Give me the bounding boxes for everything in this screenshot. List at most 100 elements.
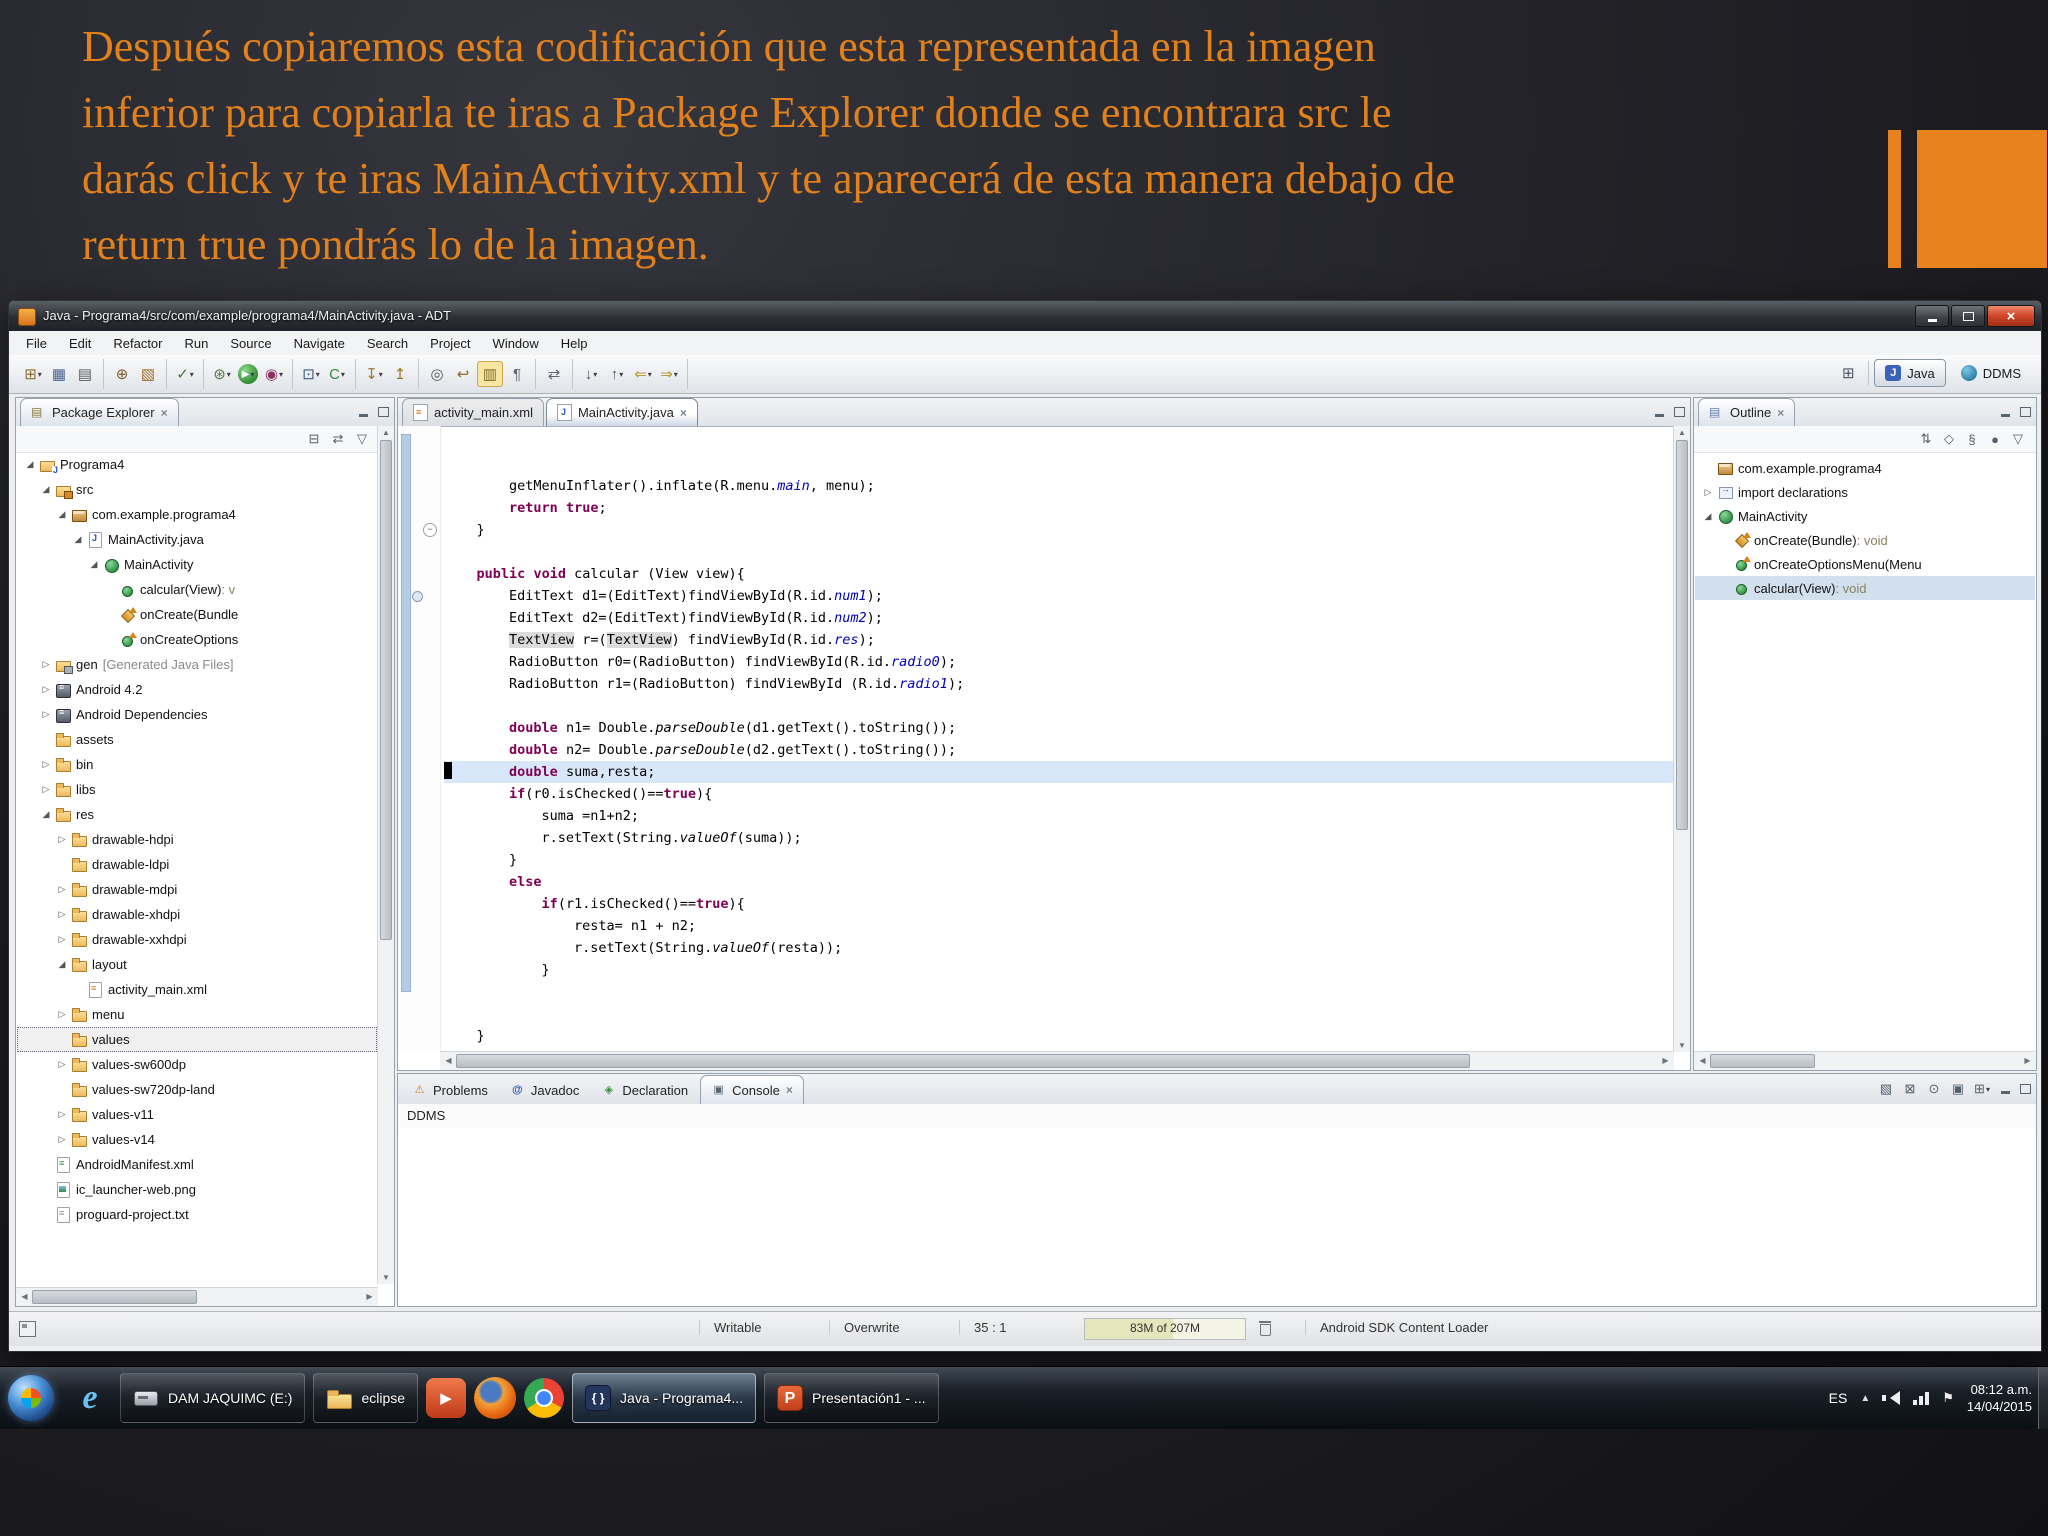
clock[interactable]: 08:12 a.m. 14/04/2015 — [1967, 1381, 2032, 1415]
hide-fields-icon[interactable]: ◇ — [1939, 429, 1959, 449]
close-tab-icon[interactable] — [680, 406, 687, 420]
new-package-button[interactable]: ▧ — [136, 362, 160, 386]
outline-item[interactable]: onCreateOptionsMenu(Menu — [1695, 552, 2035, 576]
show-desktop-button[interactable] — [2038, 1367, 2048, 1429]
tree-item[interactable]: ▷ bin — [17, 752, 377, 777]
java-programa4-window-button[interactable]: Java - Programa4... — [572, 1373, 756, 1423]
twistie-icon[interactable]: ▷ — [55, 909, 69, 920]
dropdown-caret-icon[interactable]: ▾ — [38, 370, 42, 379]
scroll-left-icon[interactable] — [1696, 1052, 1709, 1070]
tree-item[interactable]: ◢ layout — [17, 952, 377, 977]
twistie-icon[interactable]: ◢ — [39, 809, 53, 820]
collapse-all-icon[interactable]: ⊟ — [304, 429, 324, 449]
dropdown-caret-icon[interactable]: ▾ — [648, 370, 652, 379]
dropdown-caret-icon[interactable]: ▾ — [227, 370, 231, 379]
outline-item[interactable]: ◢ MainActivity — [1695, 504, 2035, 528]
eclipse-folder-button[interactable]: eclipse — [313, 1373, 419, 1423]
menu-refactor[interactable]: Refactor — [102, 334, 173, 353]
hide-static-icon[interactable]: § — [1962, 429, 1982, 449]
forward-button[interactable]: ⇒ ▾ — [657, 362, 681, 386]
code-line[interactable]: } — [444, 959, 1674, 981]
twistie-icon[interactable]: ▷ — [55, 1009, 69, 1020]
minimize-view-icon[interactable] — [2000, 1083, 2012, 1094]
chrome-icon[interactable] — [524, 1378, 565, 1418]
last-edit-button[interactable]: ↩ — [451, 362, 475, 386]
tree-item[interactable]: ▷ Android 4.2 — [17, 677, 377, 702]
code-line[interactable]: public void calcular (View view){ — [444, 563, 1674, 585]
twistie-icon[interactable]: ▷ — [39, 659, 53, 670]
display-selected-console-icon[interactable]: ▣ — [1948, 1079, 1968, 1099]
twistie-icon[interactable]: ◢ — [1701, 511, 1715, 522]
import-button[interactable]: ↧ ▾ — [362, 362, 386, 386]
code-line[interactable] — [444, 541, 1674, 563]
annotations-next-button[interactable]: ↓ ▾ — [579, 362, 603, 386]
tree-item[interactable]: calcular(View) : v — [17, 577, 377, 602]
title-bar[interactable]: Java - Programa4/src/com/example/program… — [9, 301, 2041, 331]
code-line[interactable] — [444, 695, 1674, 717]
run-button[interactable]: ▶ ▾ — [238, 364, 258, 384]
twistie-icon[interactable]: ▷ — [55, 1109, 69, 1120]
scrollbar-thumb[interactable] — [1676, 440, 1688, 831]
tree-item[interactable]: ▷ libs — [17, 777, 377, 802]
view-menu-icon[interactable]: ▽ — [352, 429, 372, 449]
tree-item[interactable]: ◢ MainActivity — [17, 552, 377, 577]
language-indicator[interactable]: ES — [1829, 1390, 1848, 1406]
annotations-prev-button[interactable]: ↑ ▾ — [605, 362, 629, 386]
code-line[interactable]: suma =n1+n2; — [444, 805, 1674, 827]
code-line[interactable]: double suma,resta; — [444, 761, 1674, 783]
package-explorer-hscrollbar[interactable] — [16, 1287, 378, 1306]
code-line[interactable]: resta= n1 + n2; — [444, 915, 1674, 937]
tree-item[interactable]: AndroidManifest.xml — [17, 1152, 377, 1177]
scroll-right-icon[interactable] — [1659, 1052, 1672, 1070]
code-line[interactable]: EditText d1=(EditText)findViewById(R.id.… — [444, 585, 1674, 607]
dropdown-caret-icon[interactable]: ▾ — [250, 370, 254, 379]
tree-item[interactable]: ◢ Programa4 — [17, 452, 377, 477]
dropdown-caret-icon[interactable]: ▾ — [279, 370, 283, 379]
sort-icon[interactable]: ⇅ — [1916, 429, 1936, 449]
menu-run[interactable]: Run — [174, 334, 220, 353]
tree-item[interactable]: ▷ drawable-hdpi — [17, 827, 377, 852]
code-line[interactable] — [444, 981, 1674, 1003]
code-line[interactable]: } — [444, 849, 1674, 871]
task-button[interactable]: ✓ ▾ — [173, 362, 197, 386]
twistie-icon[interactable]: ▷ — [55, 1134, 69, 1145]
export-button[interactable]: ↥ — [388, 362, 412, 386]
twistie-icon[interactable]: ◢ — [55, 509, 69, 520]
tree-item[interactable]: ▷ gen [Generated Java Files] — [17, 652, 377, 677]
tree-item[interactable]: assets — [17, 727, 377, 752]
code-line[interactable]: } — [444, 1025, 1674, 1047]
twistie-icon[interactable]: ▷ — [1701, 487, 1715, 498]
maximize-view-icon[interactable] — [1673, 406, 1685, 417]
outline-hscrollbar[interactable] — [1694, 1051, 2036, 1070]
scroll-lock-icon[interactable]: ⊠ — [1900, 1079, 1920, 1099]
console-tab-javadoc[interactable]: Javadoc — [500, 1076, 589, 1104]
twistie-icon[interactable]: ▷ — [39, 709, 53, 720]
code-line[interactable]: } — [444, 519, 1674, 541]
console-tab-problems[interactable]: Problems — [402, 1076, 498, 1104]
tree-item[interactable]: values-sw720dp-land — [17, 1077, 377, 1102]
maximize-view-icon[interactable] — [2019, 406, 2031, 417]
dropdown-caret-icon[interactable]: ▾ — [316, 370, 320, 379]
code-line[interactable]: RadioButton r0=(RadioButton) findViewByI… — [444, 651, 1674, 673]
tree-item[interactable]: values — [17, 1027, 377, 1052]
dropdown-caret-icon[interactable]: ▾ — [341, 370, 345, 379]
link-with-editor-icon[interactable]: ⇄ — [328, 429, 348, 449]
link-editor-button[interactable]: ⇄ — [542, 362, 566, 386]
editor-hscrollbar[interactable] — [440, 1051, 1674, 1070]
dropdown-caret-icon[interactable]: ▾ — [619, 370, 623, 379]
scroll-right-icon[interactable] — [2021, 1052, 2034, 1070]
package-explorer-vscrollbar[interactable] — [377, 426, 394, 1284]
twistie-icon[interactable]: ▷ — [39, 759, 53, 770]
code-line[interactable]: double n2= Double.parseDouble(d2.getText… — [444, 739, 1674, 761]
run-garbage-collector-button[interactable] — [1259, 1320, 1271, 1336]
back-button[interactable]: ⇐ ▾ — [631, 362, 655, 386]
tree-item[interactable]: ◢ com.example.programa4 — [17, 502, 377, 527]
perspective-ddms[interactable]: DDMS — [1951, 360, 2031, 386]
twistie-icon[interactable]: ▷ — [55, 1059, 69, 1070]
scroll-right-icon[interactable] — [363, 1288, 376, 1306]
media-player-icon[interactable] — [426, 1378, 467, 1418]
tree-item[interactable]: activity_main.xml — [17, 977, 377, 1002]
code-line[interactable]: EditText d2=(EditText)findViewById(R.id.… — [444, 607, 1674, 629]
pin-console-icon[interactable]: ⊙ — [1924, 1079, 1944, 1099]
code-line[interactable]: double n1= Double.parseDouble(d1.getText… — [444, 717, 1674, 739]
